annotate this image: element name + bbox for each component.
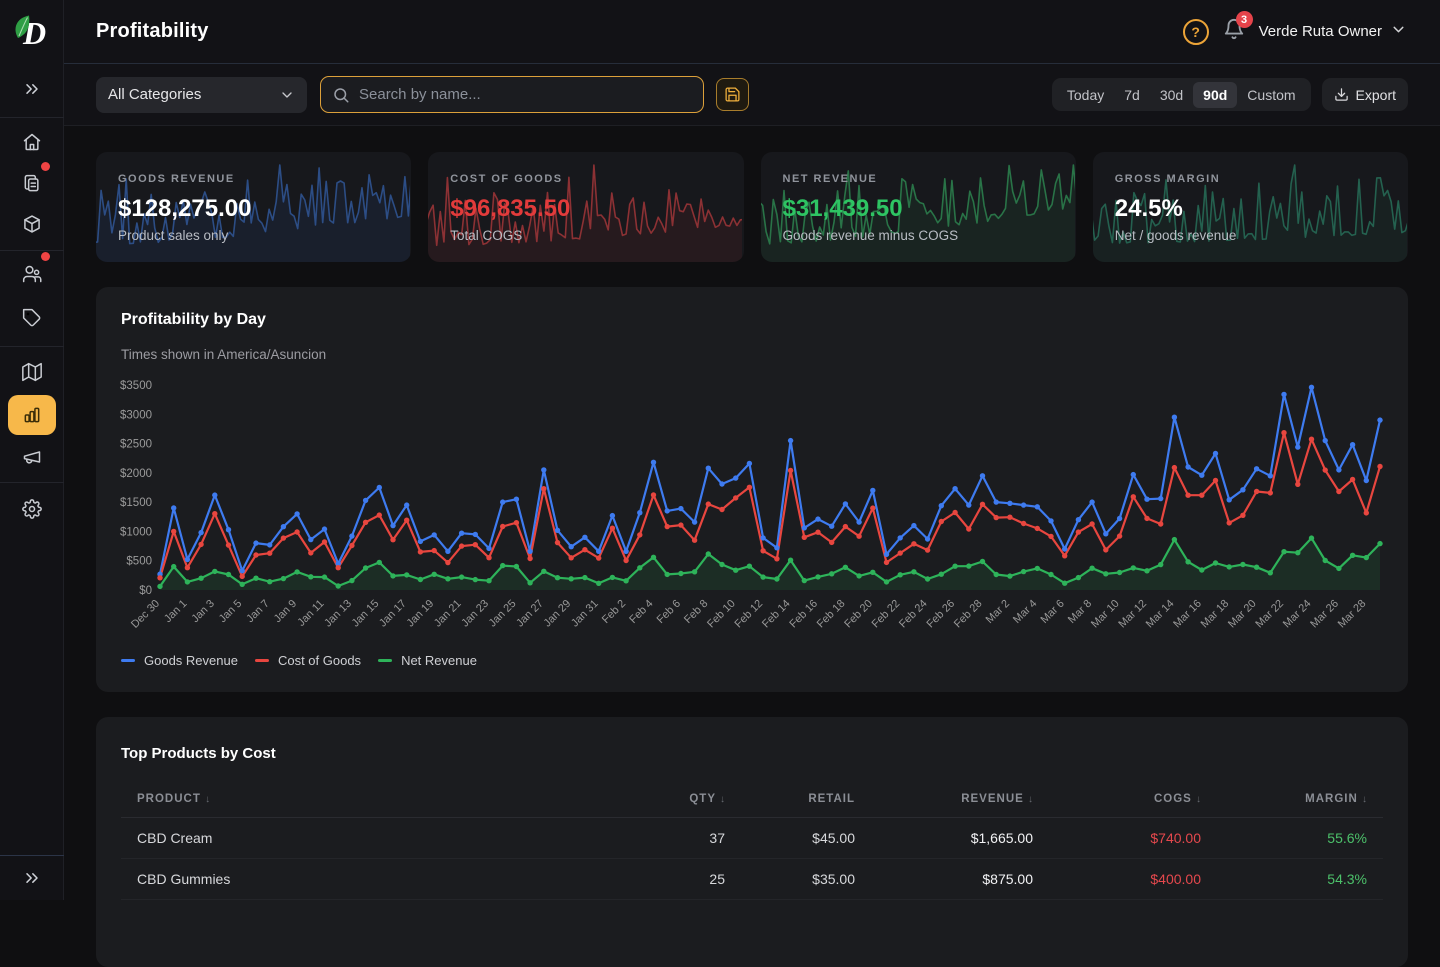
svg-text:Feb 20: Feb 20 [842, 598, 875, 631]
svg-text:Feb 26: Feb 26 [925, 598, 958, 631]
svg-text:Mar 6: Mar 6 [1038, 598, 1066, 626]
svg-text:Feb 12: Feb 12 [733, 598, 766, 631]
svg-text:Jan 19: Jan 19 [404, 598, 436, 630]
svg-text:Feb 2: Feb 2 [600, 598, 628, 626]
svg-text:Jan 1: Jan 1 [162, 598, 190, 626]
svg-text:$1500: $1500 [120, 497, 152, 509]
svg-text:Feb 14: Feb 14 [760, 598, 793, 631]
svg-text:Jan 5: Jan 5 [217, 598, 245, 626]
svg-text:Feb 4: Feb 4 [627, 598, 655, 626]
svg-text:Feb 22: Feb 22 [870, 598, 903, 631]
svg-text:Feb 16: Feb 16 [787, 598, 820, 631]
svg-text:$3500: $3500 [120, 380, 152, 392]
svg-text:Jan 11: Jan 11 [295, 598, 326, 629]
svg-text:$3000: $3000 [120, 409, 152, 421]
svg-text:Jan 29: Jan 29 [541, 598, 573, 630]
svg-text:Mar 12: Mar 12 [1116, 598, 1149, 631]
svg-text:Jan 27: Jan 27 [514, 598, 546, 630]
svg-text:Jan 21: Jan 21 [432, 598, 464, 630]
svg-text:Mar 18: Mar 18 [1199, 598, 1232, 631]
svg-text:Jan 17: Jan 17 [377, 598, 409, 630]
svg-text:Feb 18: Feb 18 [815, 598, 848, 631]
svg-text:Mar 4: Mar 4 [1011, 598, 1039, 626]
svg-text:Mar 28: Mar 28 [1336, 598, 1369, 631]
svg-text:Feb 10: Feb 10 [705, 598, 738, 631]
svg-text:Mar 20: Mar 20 [1226, 598, 1259, 631]
svg-text:Jan 13: Jan 13 [322, 598, 354, 630]
svg-text:$2500: $2500 [120, 439, 152, 451]
svg-text:Jan 3: Jan 3 [189, 598, 217, 626]
svg-text:Mar 14: Mar 14 [1144, 598, 1177, 631]
svg-text:Mar 2: Mar 2 [984, 598, 1012, 626]
svg-text:Feb 24: Feb 24 [897, 598, 930, 631]
svg-text:Mar 24: Mar 24 [1281, 598, 1314, 631]
svg-text:Feb 6: Feb 6 [655, 598, 683, 626]
svg-text:Jan 31: Jan 31 [569, 598, 601, 630]
svg-text:Jan 25: Jan 25 [487, 598, 519, 630]
svg-text:Dec 30: Dec 30 [129, 598, 162, 631]
svg-text:Mar 16: Mar 16 [1171, 598, 1204, 631]
svg-text:$500: $500 [126, 556, 152, 568]
svg-text:Jan 15: Jan 15 [350, 598, 382, 630]
svg-text:Mar 26: Mar 26 [1308, 598, 1341, 631]
svg-text:Mar 10: Mar 10 [1089, 598, 1122, 631]
svg-text:$0: $0 [139, 585, 152, 597]
svg-text:Jan 23: Jan 23 [459, 598, 491, 630]
svg-text:Mar 22: Mar 22 [1253, 598, 1286, 631]
svg-text:Jan 7: Jan 7 [244, 598, 272, 626]
svg-text:Feb 28: Feb 28 [952, 598, 985, 631]
svg-text:$1000: $1000 [120, 526, 152, 538]
svg-text:$2000: $2000 [120, 468, 152, 480]
